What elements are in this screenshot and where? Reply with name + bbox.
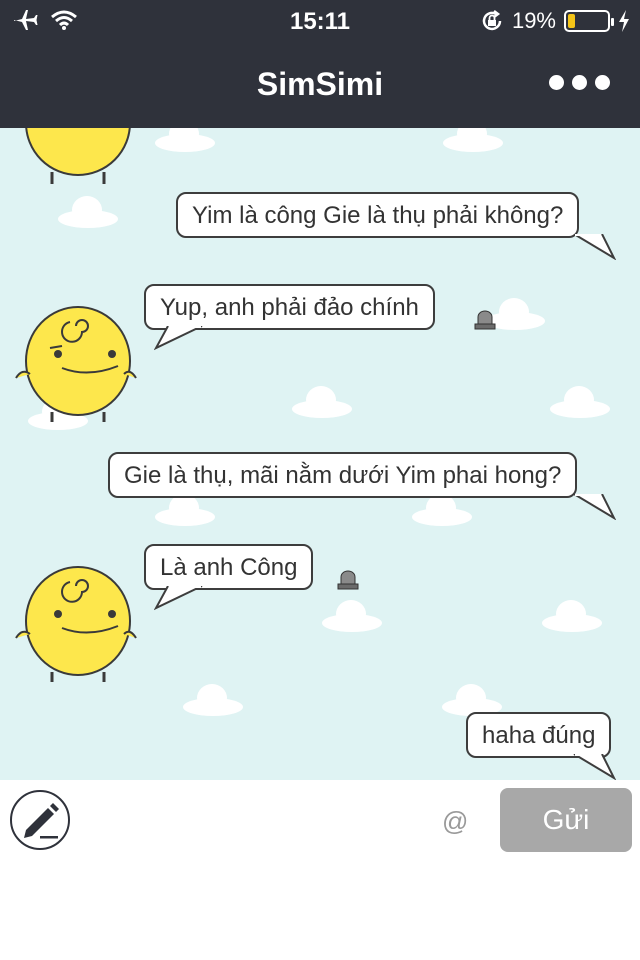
mention-at-button[interactable]: @	[442, 806, 468, 837]
simsimi-avatar	[15, 566, 137, 682]
status-bar: 15:11 19%	[0, 0, 640, 40]
cloud-decoration	[550, 386, 610, 418]
bubble-tail	[573, 494, 616, 520]
user-message-bubble: haha đúng	[466, 712, 612, 758]
cloud-decoration	[183, 684, 243, 716]
cloud-decoration	[322, 600, 382, 632]
simsimi-avatar	[25, 128, 131, 184]
more-dots-icon[interactable]	[549, 75, 610, 90]
bubble-tail	[154, 586, 203, 611]
cloud-decoration	[412, 494, 472, 526]
bubble-tail	[573, 754, 616, 780]
pencil-glyph	[24, 803, 59, 839]
cloud-decoration	[542, 600, 602, 632]
rotation-lock-icon	[482, 10, 502, 31]
cloud-decoration	[155, 128, 215, 152]
simsimi-avatar	[15, 306, 137, 422]
cloud-decoration	[292, 386, 352, 418]
battery-icon	[564, 10, 614, 32]
report-siren-icon[interactable]	[474, 310, 496, 330]
report-siren-icon[interactable]	[337, 570, 359, 590]
battery-fill	[568, 14, 575, 28]
pencil-icon[interactable]	[10, 790, 70, 850]
cloud-decoration	[58, 196, 118, 228]
send-button[interactable]: Gửi	[500, 788, 632, 852]
cloud-decoration	[155, 494, 215, 526]
charging-bolt-icon	[619, 10, 629, 32]
user-message-bubble: Yim là công Gie là thụ phải không?	[176, 192, 580, 238]
simsimi-message-bubble: Là anh Công	[144, 544, 314, 590]
simsimi-message-bubble: Yup, anh phải đảo chính	[144, 284, 435, 330]
bubble-tail	[154, 326, 203, 351]
chat-area[interactable]: Yim là công Gie là thụ phải không? Yup, …	[0, 128, 640, 780]
status-right: 19%	[480, 8, 630, 34]
cloud-decoration	[443, 128, 503, 152]
top-bar: 15:11 19% SimSimi	[0, 0, 640, 128]
battery-percent: 19%	[511, 8, 556, 33]
page-title: SimSimi	[256, 66, 384, 102]
bubble-tail	[573, 234, 616, 260]
user-message-bubble: Gie là thụ, mãi nằm dưới Yim phai hong?	[108, 452, 578, 498]
